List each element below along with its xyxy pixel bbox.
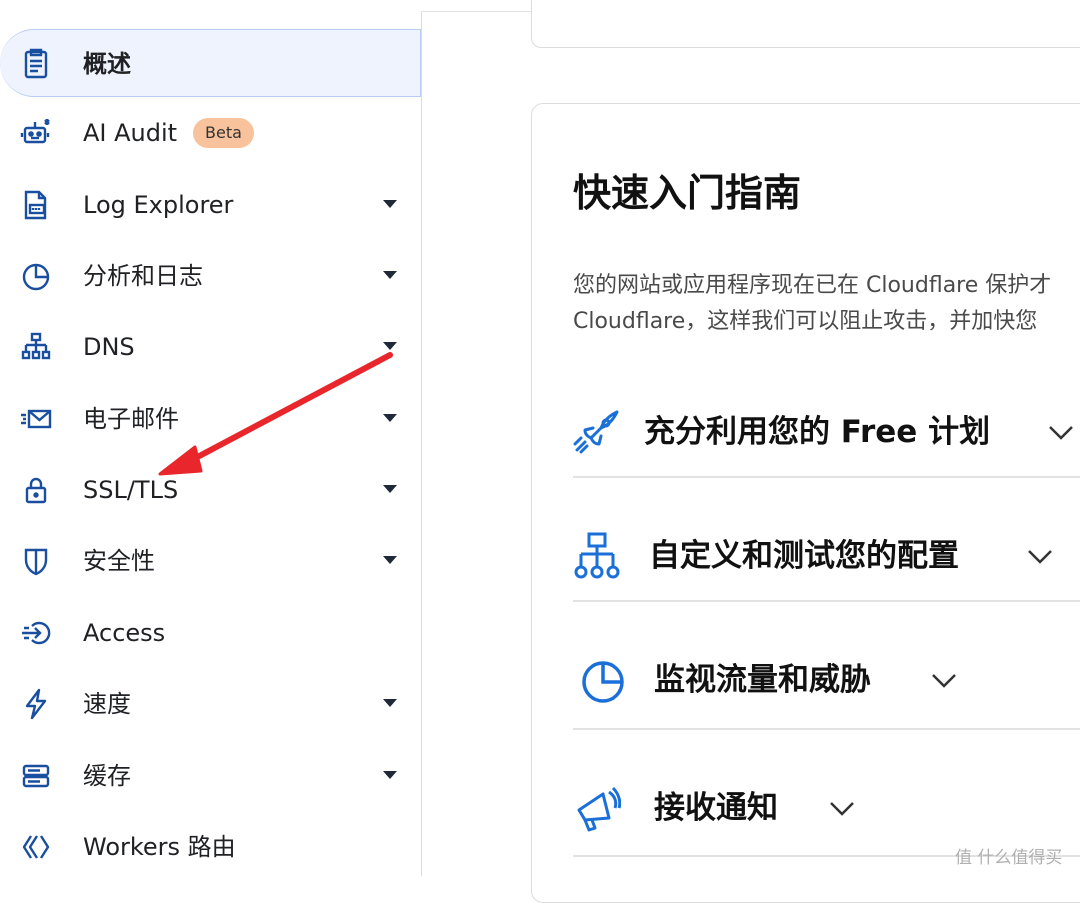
shield-icon [24,548,48,576]
sidebar-item-label: Access [83,619,166,647]
pie-chart-icon [22,263,50,291]
lock-icon [25,477,47,504]
caret-down-icon[interactable] [383,556,397,564]
sidebar-item-label: AI Audit [83,119,178,147]
sidebar-item-ai-audit[interactable]: AI Audit Beta [0,99,421,167]
sidebar-item-dns[interactable]: DNS [0,313,421,381]
pie-chart-icon [582,661,624,703]
server-icon [22,764,50,788]
lightning-icon [25,688,47,720]
caret-down-icon[interactable] [383,485,397,493]
workers-icon [22,835,50,859]
accordion-divider [573,728,1080,730]
guide-description-line-1: 您的网站或应用程序现在已在 Cloudflare 保护才 [573,273,1052,298]
caret-down-icon[interactable] [383,771,397,779]
sidebar-item-workers-routes[interactable]: Workers 路由 [0,813,421,881]
sidebar-item-cache[interactable]: 缓存 [0,742,421,810]
accordion-divider [573,476,1080,478]
caret-down-icon[interactable] [383,414,397,422]
watermark: 值 什么值得买 [955,848,1063,868]
accordion-notifications-title: 接收通知 [654,790,778,826]
accordion-notifications[interactable]: 接收通知 [573,784,1080,884]
envelope-icon [21,409,52,429]
sidebar-item-label: Workers 路由 [83,833,236,861]
guide-title: 快速入门指南 [573,171,802,215]
robot-icon [20,119,50,144]
previous-card [531,0,1080,48]
sidebar-item-analytics[interactable]: 分析和日志 [0,242,421,310]
accordion-divider [573,600,1080,602]
accordion-free-plan[interactable]: 充分利用您的 Free 计划 [573,408,1080,508]
sidebar-item-label: DNS [83,333,135,361]
sidebar-item-speed[interactable]: 速度 [0,670,421,738]
chevron-down-icon[interactable] [931,670,957,690]
sidebar-item-email[interactable]: 电子邮件 [0,385,421,453]
sidebar-item-label: SSL/TLS [83,476,179,504]
caret-down-icon[interactable] [383,342,397,350]
sidebar-item-overview[interactable]: 概述 [0,29,421,97]
sidebar-item-label: 缓存 [83,762,131,790]
sidebar-item-label: 安全性 [83,547,155,575]
accordion-free-plan-title: 充分利用您的 Free 计划 [644,414,991,450]
sidebar-item-label: 分析和日志 [83,262,203,290]
sidebar-item-label: 电子邮件 [83,405,179,433]
sidebar-item-label: Log Explorer [83,191,234,219]
sidebar-item-log-explorer[interactable]: Log Explorer [0,171,421,239]
sidebar-item-security[interactable]: 安全性 [0,527,421,595]
access-arrow-icon [22,621,51,645]
caret-down-icon[interactable] [383,699,397,707]
sidebar-item-label: 概述 [83,50,131,78]
accordion-customize-config[interactable]: 自定义和测试您的配置 [573,532,1080,632]
sidebar-divider [421,12,422,876]
beta-badge: Beta [193,118,254,148]
network-tree-icon [574,532,620,579]
sidebar-item-label: 速度 [83,690,131,718]
sidebar-item-access[interactable]: Access [0,599,421,667]
chevron-down-icon[interactable] [829,798,855,818]
guide-description-line-2: Cloudflare，这样我们可以阻止攻击，并加快您 [573,309,1038,334]
network-tree-icon [21,332,51,360]
accordion-monitor-traffic[interactable]: 监视流量和威胁 [573,656,1080,756]
sidebar-item-ssl-tls[interactable]: SSL/TLS [0,456,421,524]
caret-down-icon[interactable] [383,271,397,279]
sidebar: 概述 AI Audit Beta Log Explorer 分析和日志 DNS … [0,0,421,876]
rocket-icon [573,410,619,454]
caret-down-icon[interactable] [383,200,397,208]
accordion-customize-config-title: 自定义和测试您的配置 [649,538,959,574]
megaphone-icon [577,786,621,832]
guide-description: 您的网站或应用程序现在已在 Cloudflare 保护才 Cloudflare，… [573,268,1080,340]
accordion-monitor-traffic-title: 监视流量和威胁 [654,662,871,698]
clipboard-icon [24,48,48,79]
chevron-down-icon[interactable] [1027,546,1053,566]
log-file-icon [24,190,47,220]
chevron-down-icon[interactable] [1048,422,1074,442]
